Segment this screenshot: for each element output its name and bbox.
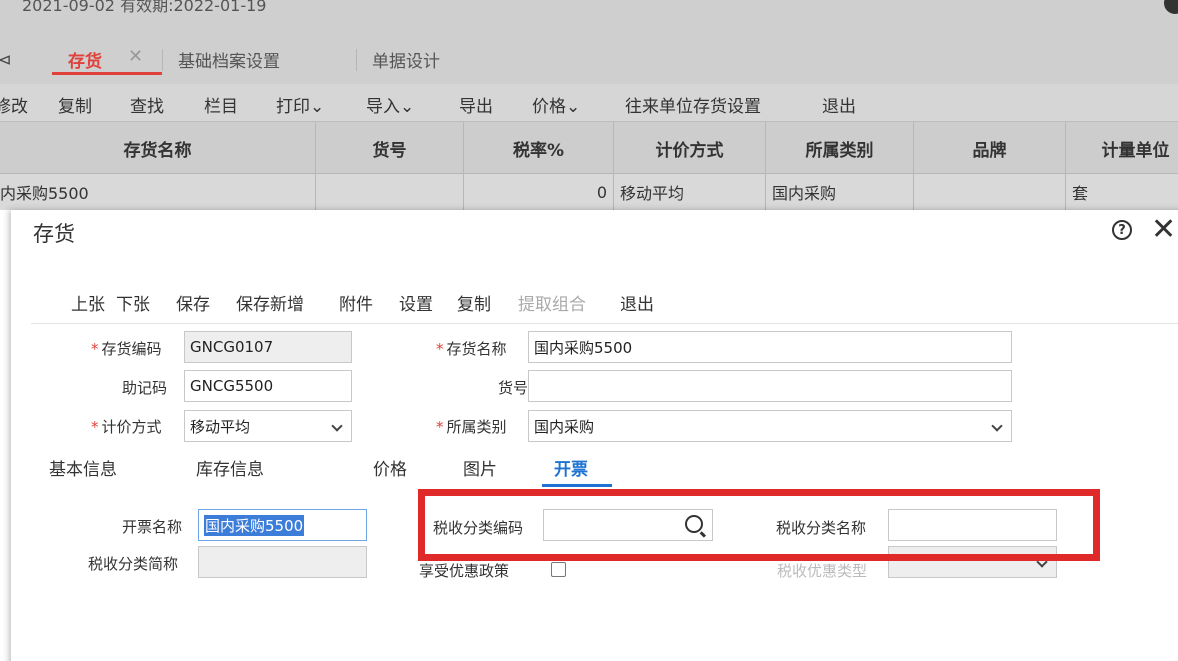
tax-class-short-field[interactable] [198, 546, 367, 578]
table-row[interactable]: 内采购5500 0 移动平均 国内采购 套 [0, 174, 1178, 210]
column-header-inventory-name[interactable]: 存货名称 [0, 122, 316, 174]
cell-tax-rate: 0 [464, 174, 614, 210]
background-close-icon[interactable] [1164, 0, 1178, 14]
background-title-bar: 2021-09-02 有效期:2022-01-19 [0, 0, 1178, 41]
annotation-highlight-box [418, 489, 1100, 561]
help-icon[interactable]: ? [1112, 220, 1132, 240]
price-menu-button[interactable]: 价格⌄ [532, 92, 580, 117]
column-header-unit[interactable]: 计量单位 [1066, 122, 1178, 174]
tab-invoice[interactable]: 开票 [554, 455, 588, 480]
attachment-button[interactable]: 附件 [339, 290, 373, 315]
cell-item-no [316, 174, 464, 210]
mnemonic-code-label: 助记码 [122, 379, 168, 397]
active-subtab-underline [542, 484, 612, 487]
item-no-field[interactable] [528, 370, 1012, 402]
chevron-down-icon [331, 420, 343, 432]
save-and-new-button[interactable]: 保存新增 [236, 290, 304, 315]
invoice-name-label: 开票名称 [122, 518, 183, 536]
grid-header: 存货名称 货号 税率% 计价方式 所属类别 品牌 计量单位 [0, 122, 1178, 174]
tax-class-short-label: 税收分类简称 [88, 555, 179, 573]
tab-inventory[interactable]: 存货 [68, 47, 102, 72]
find-button[interactable]: 查找 [130, 92, 164, 117]
tab-stock-info[interactable]: 库存信息 [196, 455, 264, 480]
inventory-code-field[interactable] [184, 331, 352, 363]
valuation-method-label: * 计价方式 [91, 418, 162, 436]
item-no-label: 货号 [498, 379, 529, 397]
exit-button[interactable]: 退出 [822, 92, 856, 117]
cell-unit: 套 [1066, 174, 1178, 210]
inventory-name-label: * 存货名称 [436, 340, 507, 358]
tab-basic-info[interactable]: 基本信息 [49, 455, 117, 480]
next-record-button[interactable]: 下张 [116, 290, 150, 315]
dialog-toolbar: 上张 下张 保存 保存新增 附件 设置 复制 提取组合 退出 [31, 288, 1178, 324]
tab-basic-archive-settings[interactable]: 基础档案设置 [178, 47, 280, 72]
category-label: * 所属类别 [436, 418, 507, 436]
column-header-item-no[interactable]: 货号 [316, 122, 464, 174]
column-header-valuation-method[interactable]: 计价方式 [614, 122, 766, 174]
export-button[interactable]: 导出 [459, 92, 493, 117]
modify-button[interactable]: 修改 [0, 92, 28, 117]
mnemonic-code-field[interactable] [184, 370, 352, 402]
columns-button[interactable]: 栏目 [204, 92, 238, 117]
invoice-name-field[interactable]: 国内采购5500 [198, 509, 367, 541]
column-header-category[interactable]: 所属类别 [766, 122, 914, 174]
valuation-method-select[interactable]: 移动平均 [184, 410, 352, 442]
import-menu-button[interactable]: 导入⌄ [366, 92, 414, 117]
preferential-policy-checkbox[interactable] [551, 562, 566, 577]
copy-button[interactable]: 复制 [58, 92, 92, 117]
copy-record-button[interactable]: 复制 [457, 290, 491, 315]
partner-inventory-settings-button[interactable]: 往来单位存货设置 [625, 92, 761, 117]
save-button[interactable]: 保存 [176, 290, 210, 315]
column-header-brand[interactable]: 品牌 [914, 122, 1066, 174]
dialog-title: 存货 [33, 222, 75, 246]
category-select[interactable]: 国内采购 [528, 410, 1012, 442]
preferential-type-label: 税收优惠类型 [777, 562, 868, 580]
inventory-code-label: * 存货编码 [91, 340, 162, 358]
previous-record-button[interactable]: 上张 [71, 290, 105, 315]
inventory-dialog: 存货 ? ✕ 上张 下张 保存 保存新增 附件 设置 复制 提取组合 退出 * 存… [11, 210, 1178, 661]
tab-document-design[interactable]: 单据设计 [372, 47, 440, 72]
column-header-tax-rate[interactable]: 税率% [464, 122, 614, 174]
chevron-down-icon [991, 420, 1003, 432]
tab-close-icon[interactable]: ✕ [128, 46, 143, 67]
extract-combination-button[interactable]: 提取组合 [518, 290, 586, 315]
tab-scroll-left-icon[interactable]: ⊲ [0, 50, 11, 69]
validity-date-text: 2021-09-02 有效期:2022-01-19 [22, 0, 267, 15]
cell-category: 国内采购 [766, 174, 914, 210]
tab-image[interactable]: 图片 [463, 455, 497, 480]
close-icon[interactable]: ✕ [1151, 212, 1176, 247]
inventory-name-field[interactable] [528, 331, 1012, 363]
print-menu-button[interactable]: 打印⌄ [276, 92, 324, 117]
tab-divider [162, 49, 163, 71]
settings-button[interactable]: 设置 [399, 290, 433, 315]
tab-divider [356, 49, 357, 71]
cell-brand [914, 174, 1066, 210]
tab-price[interactable]: 价格 [373, 455, 407, 480]
background-tab-bar: ⊲ 存货 ✕ 基础档案设置 单据设计 [0, 41, 1178, 84]
cell-inventory-name: 内采购5500 [0, 174, 316, 210]
cell-valuation-method: 移动平均 [614, 174, 766, 210]
preferential-policy-label: 享受优惠政策 [419, 562, 510, 580]
active-tab-underline [52, 72, 162, 75]
background-toolbar: 修改 复制 查找 栏目 打印⌄ 导入⌄ 导出 价格⌄ 往来单位存货设置 退出 [0, 84, 1178, 122]
dialog-exit-button[interactable]: 退出 [620, 290, 654, 315]
